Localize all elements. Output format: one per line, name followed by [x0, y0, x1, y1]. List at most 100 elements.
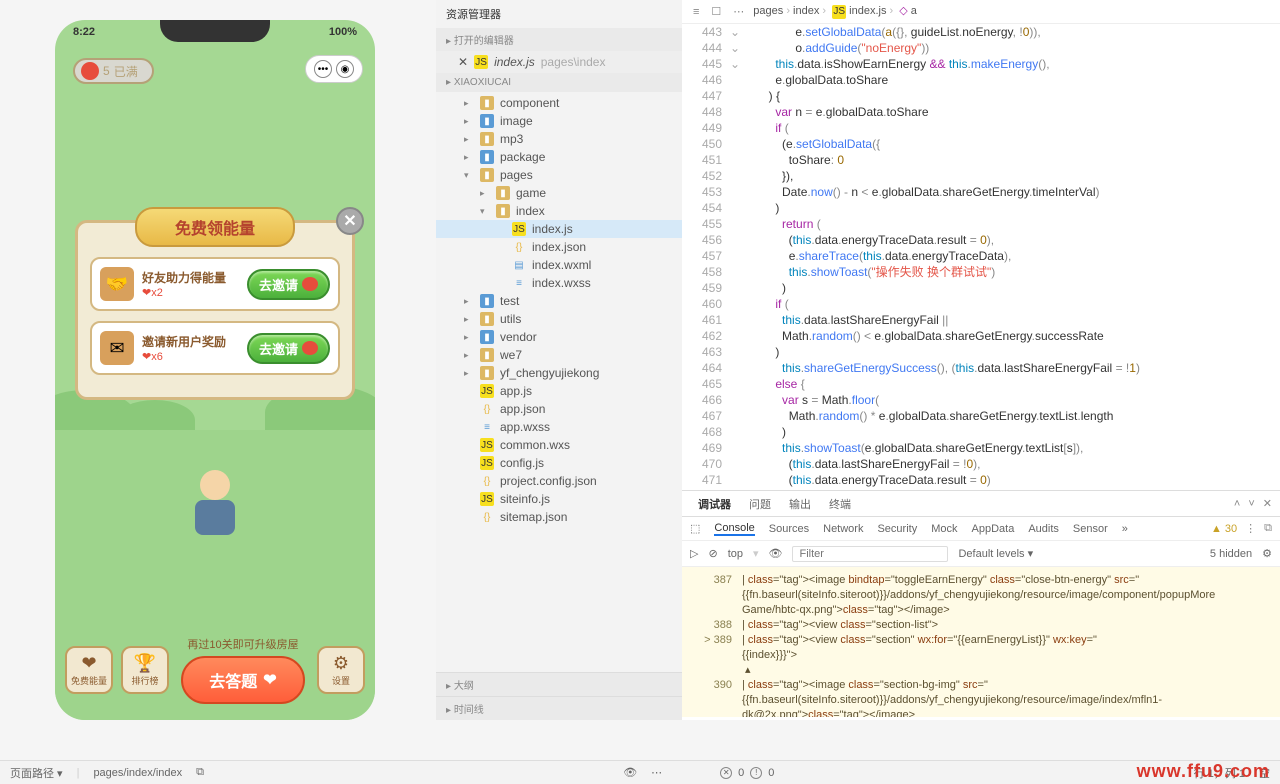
levels-selector[interactable]: Default levels ▾: [958, 547, 1033, 560]
capsule-more-icon[interactable]: •••: [314, 60, 332, 78]
debugger-panel: 调试器 问题 输出 终端 ˄ ˅ ✕ ⬚ Console Sources Net…: [682, 490, 1280, 720]
js-icon: JS: [512, 222, 526, 236]
section-project[interactable]: XIAOXIUCAI: [436, 73, 682, 92]
bookmark-icon[interactable]: ☐: [708, 5, 724, 18]
fold-icon: ▮: [496, 186, 510, 200]
popup-close-button[interactable]: ✕: [336, 207, 364, 235]
hidden-count[interactable]: 5 hidden: [1210, 548, 1252, 560]
tab-sensor[interactable]: Sensor: [1073, 523, 1108, 535]
settings-button[interactable]: ⚙设置: [317, 646, 365, 694]
tab-terminal[interactable]: 终端: [821, 492, 859, 516]
tab-output[interactable]: 输出: [781, 492, 819, 516]
tree-item-image[interactable]: ▸▮image: [436, 112, 682, 130]
clear-icon[interactable]: ⊘: [708, 547, 717, 560]
close-icon[interactable]: ✕: [1263, 497, 1272, 510]
tree-item-index.json[interactable]: {}index.json: [436, 238, 682, 256]
page-path-label[interactable]: 页面路径 ▾: [10, 765, 63, 781]
section-open-editors[interactable]: 打开的编辑器: [436, 28, 682, 51]
tree-item-component[interactable]: ▸▮component: [436, 94, 682, 112]
page-path[interactable]: pages/index/index: [93, 767, 182, 779]
progress-text: 再过10关即可升级房屋: [177, 636, 309, 652]
rank-button[interactable]: 🏆排行榜: [121, 646, 169, 694]
context-selector[interactable]: top: [728, 548, 743, 560]
editor-breadcrumb[interactable]: ≡ ☐ ⋯ pages › index › JSindex.js › ◇a: [682, 0, 1280, 24]
explorer-title: 资源管理器: [436, 0, 682, 28]
gear-icon[interactable]: ⚙: [1262, 547, 1272, 560]
tree-item-index[interactable]: ▾▮index: [436, 202, 682, 220]
tree-item-project.config.json[interactable]: {}project.config.json: [436, 472, 682, 490]
heart-plus-icon: ❤: [81, 653, 96, 674]
envelope-icon: ✉: [100, 331, 134, 365]
play-icon[interactable]: ▷: [690, 547, 698, 560]
chevron-up-icon[interactable]: ˄: [1234, 498, 1240, 510]
foldb-icon: ▮: [480, 330, 494, 344]
miniprogram-capsule[interactable]: ••• ◉: [305, 55, 363, 83]
fold-column[interactable]: ⌄⌄⌄: [728, 24, 742, 72]
close-icon[interactable]: ✕: [458, 55, 468, 69]
warnings-badge[interactable]: ▲ 30: [1211, 523, 1237, 535]
js-icon: JS: [480, 384, 494, 398]
invite-button[interactable]: 去邀请: [247, 333, 330, 364]
dock-icon[interactable]: ⧉: [1264, 522, 1272, 535]
heart-badge[interactable]: 5 已满: [73, 58, 154, 84]
tree-item-index.js[interactable]: JSindex.js: [436, 220, 682, 238]
section-outline[interactable]: 大纲: [436, 672, 682, 696]
tab-sources[interactable]: Sources: [769, 523, 809, 535]
invite-button[interactable]: 去邀请: [247, 269, 330, 300]
tree-item-utils[interactable]: ▸▮utils: [436, 310, 682, 328]
capsule-close-icon[interactable]: ◉: [336, 60, 354, 78]
answer-button[interactable]: 去答题❤: [181, 656, 304, 704]
error-warning-counts[interactable]: ✕0 !0: [720, 767, 774, 779]
tab-problems[interactable]: 问题: [741, 492, 779, 516]
devtools-tabs: ⬚ Console Sources Network Security Mock …: [682, 517, 1280, 541]
free-energy-button[interactable]: ❤免费能量: [65, 646, 113, 694]
tree-item-we7[interactable]: ▸▮we7: [436, 346, 682, 364]
section-timeline[interactable]: 时间线: [436, 696, 682, 720]
tree-item-package[interactable]: ▸▮package: [436, 148, 682, 166]
copy-icon[interactable]: ⧉: [196, 766, 204, 779]
menu-icon[interactable]: ≡: [690, 6, 702, 18]
tab-console[interactable]: Console: [714, 522, 754, 536]
tree-item-mp3[interactable]: ▸▮mp3: [436, 130, 682, 148]
more-tabs-icon[interactable]: »: [1122, 523, 1128, 535]
more-icon[interactable]: ⋯: [730, 5, 747, 18]
tab-mock[interactable]: Mock: [931, 523, 957, 535]
kebab-icon[interactable]: ⋮: [1245, 522, 1256, 535]
tree-item-app.json[interactable]: {}app.json: [436, 400, 682, 418]
more-icon[interactable]: ⋯: [651, 766, 662, 779]
wxs-icon: JS: [480, 438, 494, 452]
console-output[interactable]: 387| class="tag"><image bindtap="toggleE…: [682, 567, 1280, 717]
popup-item-reward: ❤x2: [142, 286, 239, 299]
eye-icon[interactable]: 👁: [623, 766, 637, 779]
tree-item-app.wxss[interactable]: ≡app.wxss: [436, 418, 682, 436]
json-icon: {}: [480, 474, 494, 488]
tree-item-index.wxml[interactable]: ▤index.wxml: [436, 256, 682, 274]
tab-audits[interactable]: Audits: [1028, 523, 1059, 535]
tree-item-game[interactable]: ▸▮game: [436, 184, 682, 202]
warning-icon: !: [750, 767, 762, 779]
open-editor-item[interactable]: ✕ JS index.js pages\index: [436, 51, 682, 73]
code-editor[interactable]: ≡ ☐ ⋯ pages › index › JSindex.js › ◇a 44…: [682, 0, 1280, 490]
tab-appdata[interactable]: AppData: [972, 523, 1015, 535]
tree-item-siteinfo.js[interactable]: JSsiteinfo.js: [436, 490, 682, 508]
device-battery: 100%: [329, 26, 357, 38]
tree-item-app.js[interactable]: JSapp.js: [436, 382, 682, 400]
tree-item-common.wxs[interactable]: JScommon.wxs: [436, 436, 682, 454]
tree-item-index.wxss[interactable]: ≡index.wxss: [436, 274, 682, 292]
tree-item-yf_chengyujiekong[interactable]: ▸▮yf_chengyujiekong: [436, 364, 682, 382]
handshake-icon: 🤝: [100, 267, 134, 301]
tree-item-pages[interactable]: ▾▮pages: [436, 166, 682, 184]
tree-item-vendor[interactable]: ▸▮vendor: [436, 328, 682, 346]
breadcrumb-path[interactable]: pages › index › JSindex.js › ◇a: [753, 4, 917, 19]
tree-item-sitemap.json[interactable]: {}sitemap.json: [436, 508, 682, 526]
tree-item-config.js[interactable]: JSconfig.js: [436, 454, 682, 472]
code-content[interactable]: e.setGlobalData(a({}, guideList.noEnergy…: [742, 24, 1280, 490]
eye-icon[interactable]: 👁: [769, 547, 783, 560]
chevron-down-icon[interactable]: ˅: [1248, 498, 1254, 510]
filter-input[interactable]: [792, 546, 948, 562]
tab-debugger[interactable]: 调试器: [690, 492, 739, 516]
tab-security[interactable]: Security: [877, 523, 917, 535]
tab-network[interactable]: Network: [823, 523, 863, 535]
tree-item-test[interactable]: ▸▮test: [436, 292, 682, 310]
inspect-icon[interactable]: ⬚: [690, 522, 700, 535]
